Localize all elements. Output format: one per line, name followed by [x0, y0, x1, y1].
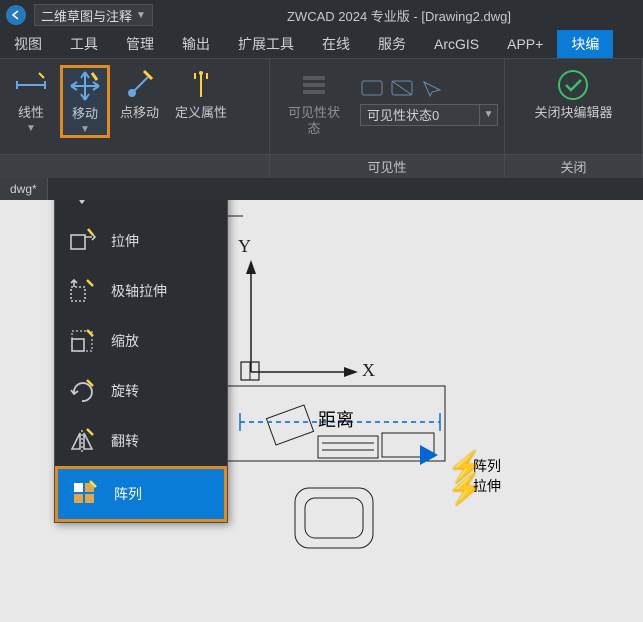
tab-app[interactable]: APP+ [493, 30, 557, 58]
tab-manage[interactable]: 管理 [112, 30, 168, 58]
dropdown-item-polarstretch[interactable]: 极轴拉伸 [55, 266, 227, 316]
array-icon [70, 479, 100, 509]
undo-icon[interactable] [6, 5, 26, 25]
vis-toggle2-icon[interactable] [390, 78, 414, 98]
visstate-button[interactable]: 可见性状态 [276, 65, 352, 138]
dropdown-item-rotate[interactable]: 旋转 [55, 366, 227, 416]
axis-x-label: X [362, 360, 375, 381]
scale-icon [67, 326, 97, 356]
tab-blockedit[interactable]: 块编 [557, 30, 613, 58]
ribbon-panel-close: 关闭块编辑器 关闭 [505, 59, 643, 178]
app-title: ZWCAD 2024 专业版 - [Drawing2.dwg] [161, 6, 637, 25]
visibility-list-icon [296, 67, 332, 103]
distance-label: 距离 [318, 406, 354, 432]
defattr-icon [183, 67, 219, 103]
pointmove-button[interactable]: 点移动 [114, 65, 165, 123]
pointmove-icon [122, 67, 158, 103]
grip-right-icon[interactable] [420, 445, 438, 465]
tab-arcgis[interactable]: ArcGIS [420, 30, 493, 58]
workspace-selector[interactable]: 二维草图与注释 ▼ [34, 4, 153, 26]
move-dropdown-menu: 移动 拉伸 极轴拉伸 缩放 旋转 [54, 200, 228, 523]
annot-stretch: 拉伸 [473, 478, 501, 495]
axis-y-label: Y [238, 236, 251, 257]
document-tabstrip: dwg* [0, 178, 643, 200]
ribbon-panel-visibility: 可见性状态 ▼ 可见性 [270, 59, 505, 178]
visibility-state-select[interactable] [360, 104, 480, 126]
move-arrows-icon [67, 68, 103, 104]
polar-stretch-icon [67, 276, 97, 306]
flip-icon [67, 426, 97, 456]
stretch-icon [67, 226, 97, 256]
tab-tool[interactable]: 工具 [56, 30, 112, 58]
dropdown-item-flip[interactable]: 翻转 [55, 416, 227, 466]
vis-pointer-icon[interactable] [420, 78, 444, 98]
dropdown-item-move[interactable]: 移动 [55, 200, 227, 216]
panel-label-close: 关闭 [505, 154, 642, 178]
tab-online[interactable]: 在线 [308, 30, 364, 58]
defattr-button[interactable]: 定义属性 [169, 65, 233, 123]
move-action-button[interactable]: 移动 ▼ [60, 65, 110, 138]
document-tab[interactable]: dwg* [0, 178, 48, 200]
dropdown-item-stretch[interactable]: 拉伸 [55, 216, 227, 266]
tab-view[interactable]: 视图 [0, 30, 56, 58]
chevron-down-icon: ▼ [80, 124, 90, 135]
linear-button[interactable]: 线性 ▼ [6, 65, 56, 136]
dropdown-item-array[interactable]: 阵列 [55, 466, 227, 522]
tab-output[interactable]: 输出 [168, 30, 224, 58]
workspace-label: 二维草图与注释 [41, 6, 132, 25]
title-bar: 二维草图与注释 ▼ ZWCAD 2024 专业版 - [Drawing2.dwg… [0, 0, 643, 30]
chevron-down-icon: ▼ [136, 10, 146, 21]
rotate-icon [67, 376, 97, 406]
move-icon [67, 200, 97, 206]
dropdown-item-scale[interactable]: 缩放 [55, 316, 227, 366]
tab-service[interactable]: 服务 [364, 30, 420, 58]
tab-bar: 视图 工具 管理 输出 扩展工具 在线 服务 ArcGIS APP+ 块编 [0, 30, 643, 58]
vis-toggle1-icon[interactable] [360, 78, 384, 98]
panel-label [0, 154, 269, 178]
ribbon-panel-actions: 线性 ▼ 移动 ▼ [0, 59, 270, 178]
drawing-canvas[interactable]: 移动 拉伸 极轴拉伸 缩放 旋转 [0, 200, 643, 622]
ribbon: 线性 ▼ 移动 ▼ [0, 58, 643, 178]
panel-label-visibility: 可见性 [270, 154, 504, 178]
tab-extend[interactable]: 扩展工具 [224, 30, 308, 58]
close-blockeditor-button[interactable]: 关闭块编辑器 [528, 65, 618, 123]
chevron-down-icon[interactable]: ▼ [480, 104, 498, 126]
chevron-down-icon: ▼ [26, 123, 36, 134]
check-circle-icon [555, 67, 591, 103]
linear-icon [13, 67, 49, 103]
